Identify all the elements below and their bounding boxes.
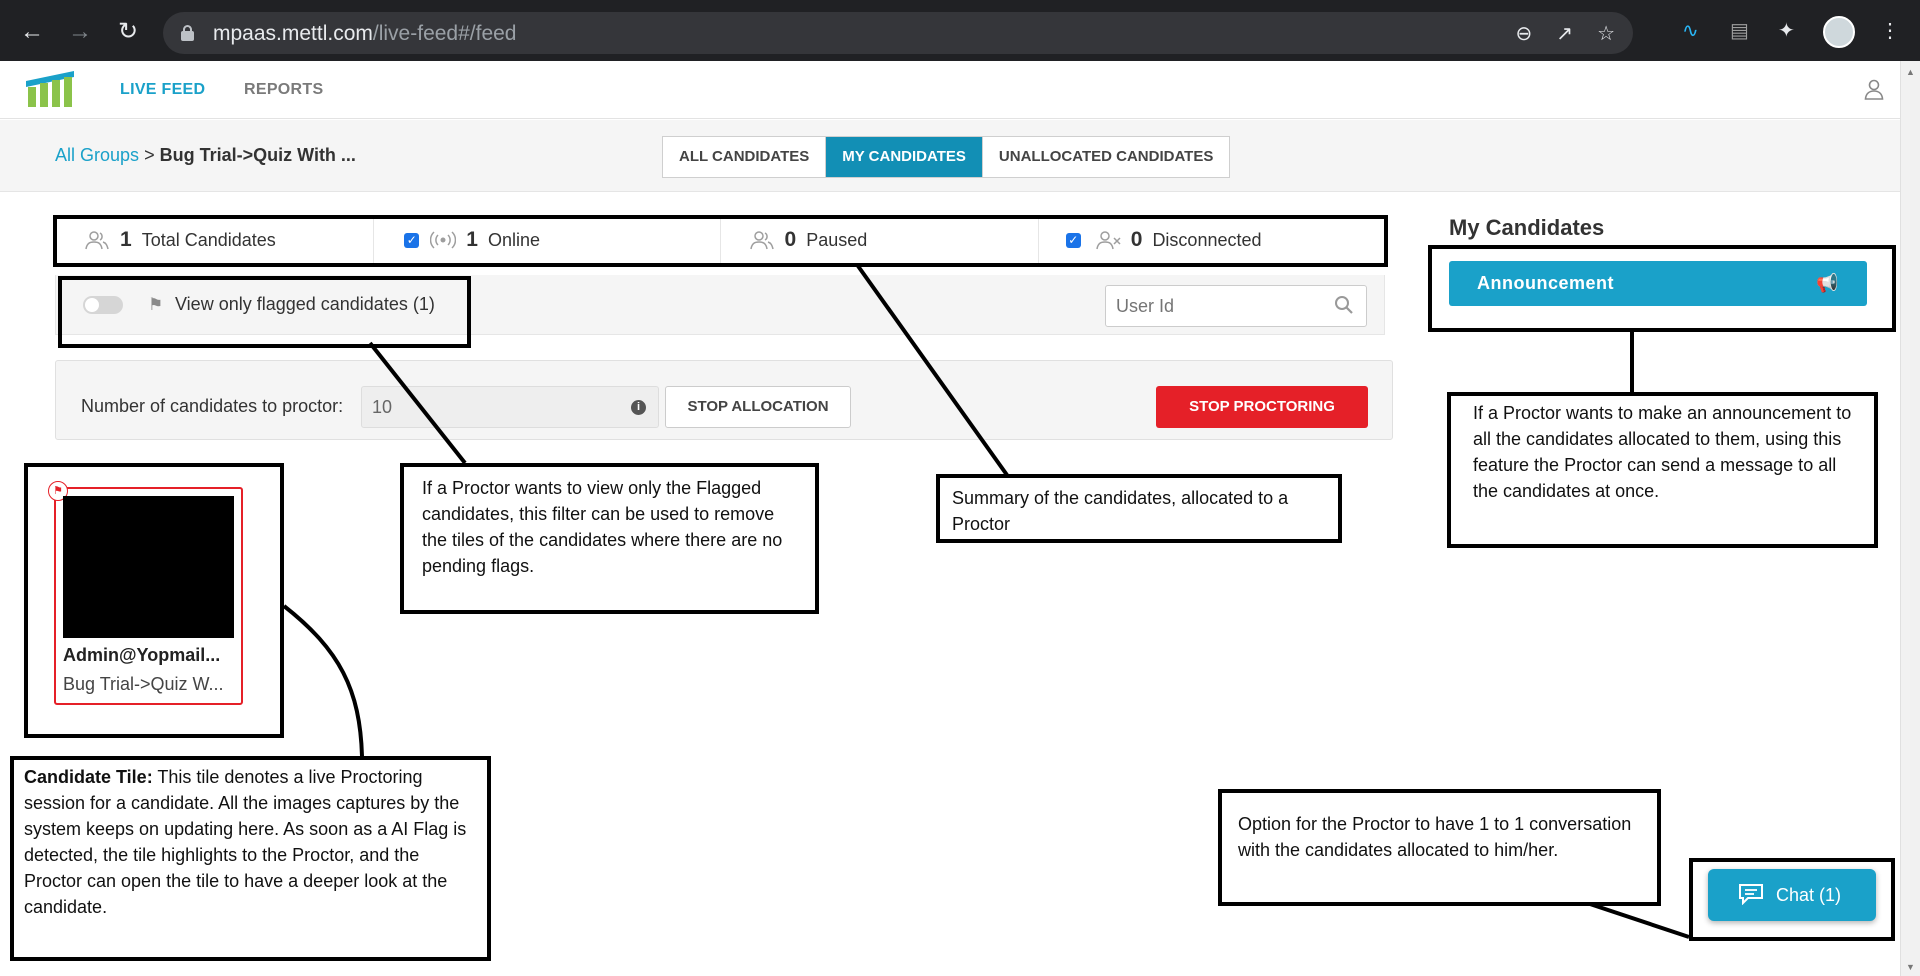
address-bar[interactable]: mpaas.mettl.com/live-feed#/feed ⊖ ↗ ☆ — [163, 12, 1633, 54]
breadcrumb-all-groups[interactable]: All Groups — [55, 145, 139, 165]
candidate-tabs: ALL CANDIDATES MY CANDIDATES UNALLOCATED… — [662, 136, 1231, 178]
nav-reports[interactable]: REPORTS — [244, 81, 323, 99]
nav-live-feed[interactable]: LIVE FEED — [120, 81, 205, 99]
my-candidates-title: My Candidates — [1449, 215, 1605, 240]
annotation-frame-summary — [53, 215, 1388, 267]
annotation-frame-chat — [1689, 858, 1895, 941]
annotation-flag-filter: If a Proctor wants to view only the Flag… — [400, 463, 819, 614]
url-path: /live-feed#/feed — [372, 22, 517, 45]
scroll-up-icon[interactable]: ▲ — [1906, 67, 1915, 77]
back-icon[interactable]: ← — [15, 15, 49, 49]
allocation-row: Number of candidates to proctor: i STOP … — [55, 360, 1393, 440]
browser-chrome: ← → ↻ mpaas.mettl.com/live-feed#/feed ⊖ … — [0, 0, 1920, 61]
tab-my-candidates[interactable]: MY CANDIDATES — [826, 137, 983, 177]
url-text[interactable]: mpaas.mettl.com/live-feed#/feed — [213, 22, 517, 46]
lock-icon — [181, 25, 194, 41]
share-icon[interactable]: ↗ — [1556, 21, 1573, 46]
stop-allocation-button[interactable]: STOP ALLOCATION — [665, 386, 851, 428]
mettl-logo[interactable] — [26, 71, 74, 107]
info-icon[interactable]: i — [631, 400, 646, 415]
tab-unallocated-candidates[interactable]: UNALLOCATED CANDIDATES — [983, 137, 1229, 177]
annotation-summary: Summary of the candidates, allocated to … — [936, 474, 1342, 543]
annotation-frame-flag-filter — [58, 276, 471, 348]
tab-all-candidates[interactable]: ALL CANDIDATES — [663, 137, 827, 177]
forward-icon[interactable]: → — [63, 15, 97, 49]
allocation-count-input[interactable] — [362, 387, 602, 427]
annotation-candidate-tile: Candidate Tile: This tile denotes a live… — [10, 756, 491, 961]
annotation-announcement: If a Proctor wants to make an announceme… — [1447, 392, 1878, 548]
user-id-input[interactable] — [1106, 286, 1316, 326]
stop-proctoring-button[interactable]: STOP PROCTORING — [1156, 386, 1368, 428]
user-icon[interactable] — [1862, 77, 1886, 101]
annotation-frame-announcement — [1428, 245, 1896, 332]
sub-header: All Groups > Bug Trial->Quiz With ... AL… — [0, 120, 1900, 192]
app-header: LIVE FEED REPORTS — [0, 61, 1900, 119]
vertical-scrollbar[interactable]: ▲ ▼ — [1900, 61, 1920, 976]
extension-icon[interactable]: ∿ — [1682, 18, 1699, 43]
scroll-down-icon[interactable]: ▼ — [1906, 962, 1915, 972]
user-id-search — [1105, 285, 1367, 327]
search-icon[interactable] — [1334, 295, 1354, 315]
extension-chart-icon[interactable]: ▤ — [1730, 18, 1749, 43]
annotation-tile-body: This tile denotes a live Proctoring sess… — [24, 767, 467, 917]
breadcrumb-separator: > — [144, 145, 155, 165]
menu-kebab-icon[interactable]: ⋮ — [1880, 18, 1900, 43]
annotation-frame-tile — [24, 463, 284, 738]
annotation-chat: Option for the Proctor to have 1 to 1 co… — [1218, 789, 1661, 906]
zoom-icon[interactable]: ⊖ — [1516, 21, 1533, 46]
reload-icon[interactable]: ↻ — [111, 15, 145, 49]
allocation-field: i — [361, 386, 659, 428]
allocation-label: Number of candidates to proctor: — [81, 396, 344, 416]
url-host: mpaas.mettl.com — [213, 22, 373, 45]
breadcrumb: All Groups > Bug Trial->Quiz With ... — [55, 145, 356, 166]
breadcrumb-current: Bug Trial->Quiz With ... — [159, 145, 356, 165]
annotation-tile-heading: Candidate Tile: — [24, 767, 153, 787]
profile-avatar[interactable] — [1823, 16, 1855, 48]
puzzle-icon[interactable]: ✦ — [1778, 18, 1795, 43]
star-icon[interactable]: ☆ — [1597, 21, 1615, 46]
